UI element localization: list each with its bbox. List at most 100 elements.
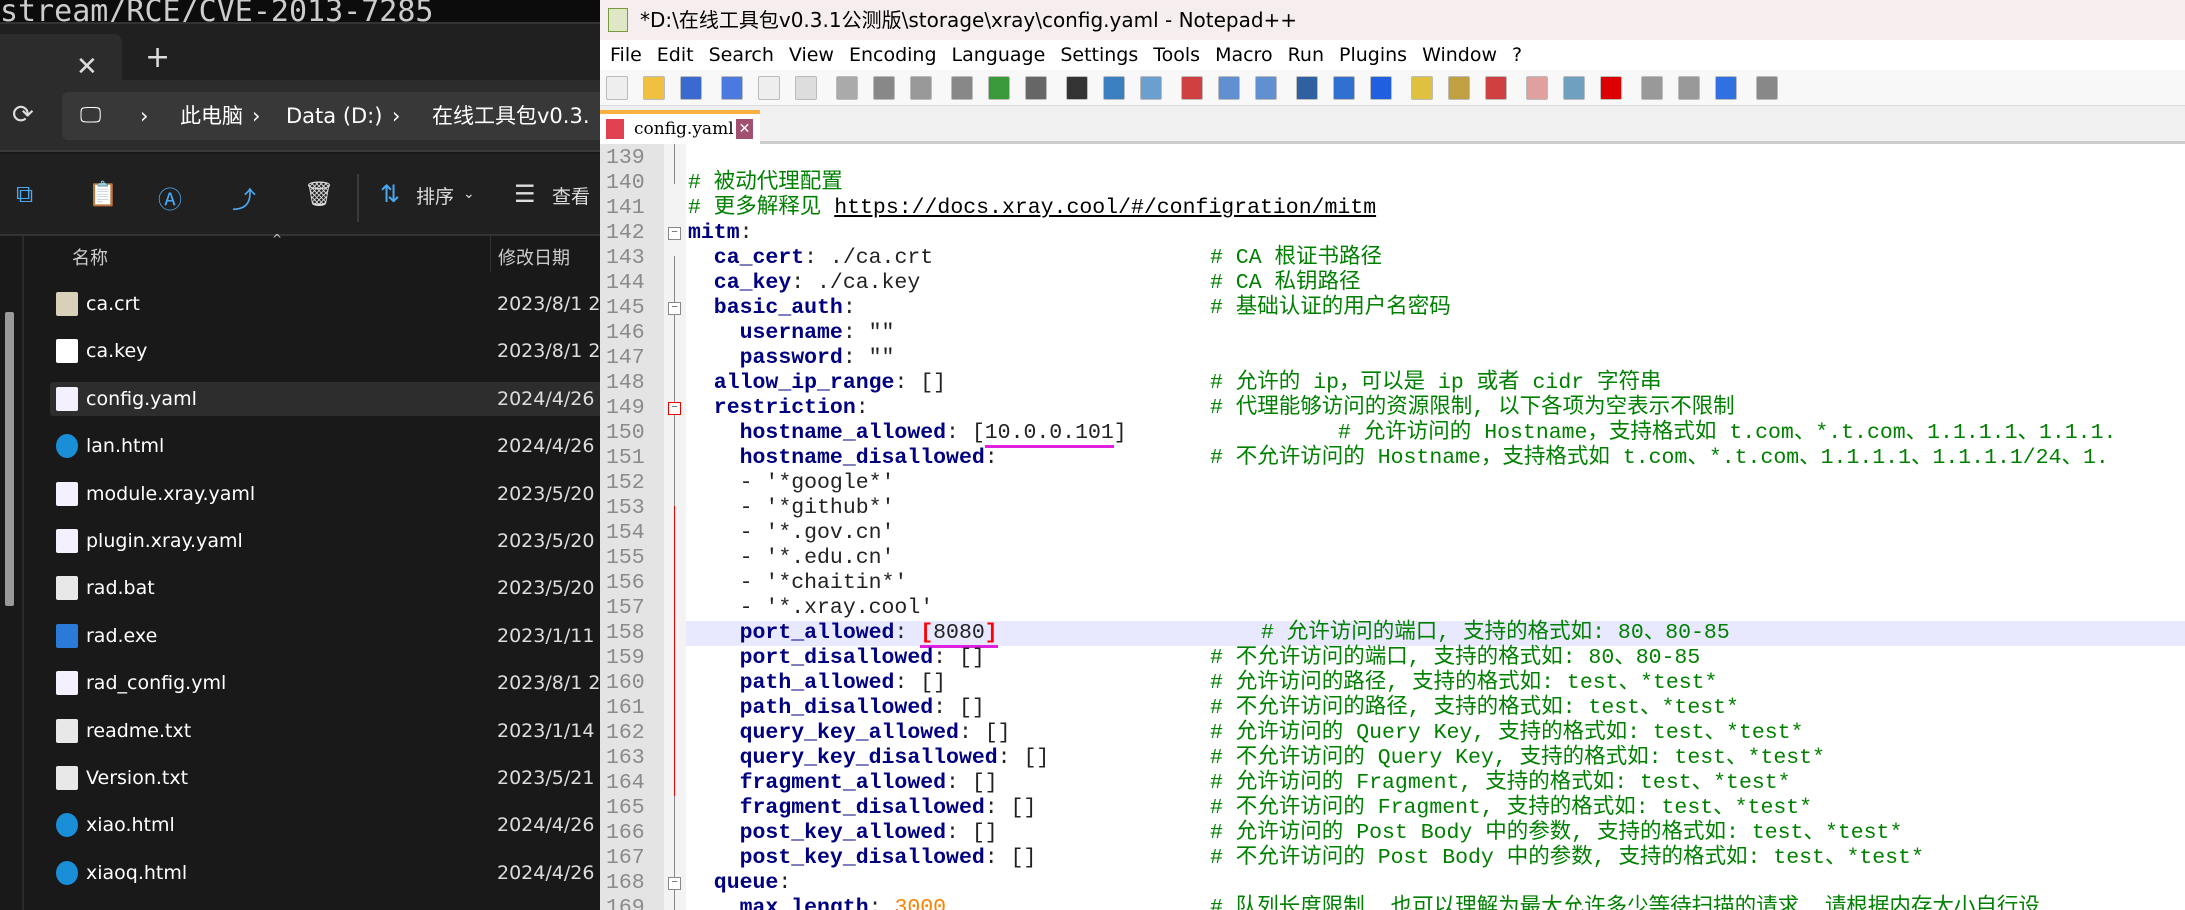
menu-item[interactable]: View [789, 44, 834, 66]
share-icon[interactable]: ⤴ [232, 180, 256, 215]
doc-map-icon[interactable] [1448, 76, 1470, 100]
docs-link[interactable]: https://docs.xray.cool/#/configration/mi… [834, 196, 1376, 220]
file-row[interactable]: config.yaml 2024/4/26 [50, 381, 600, 416]
file-name: module.xray.yaml [86, 482, 256, 505]
close-tab-icon[interactable]: ✕ [76, 52, 98, 82]
open-icon[interactable] [643, 76, 665, 100]
fold-toggle-icon[interactable]: − [668, 877, 681, 890]
cut-icon[interactable] [873, 76, 895, 100]
zoom-in-icon[interactable] [1140, 76, 1162, 100]
file-row[interactable]: plugin.xray.yaml 2023/5/20 [50, 524, 600, 558]
sort-icon[interactable]: ⇅ [380, 180, 400, 208]
column-date[interactable]: 修改日期 [498, 244, 570, 270]
fold-toggle-icon[interactable]: − [668, 227, 681, 240]
fold-toggle-icon[interactable]: − [668, 402, 681, 415]
file-row[interactable]: lan.html 2024/4/26 [50, 429, 600, 463]
file-row[interactable]: xiao.html 2024/4/26 [50, 808, 600, 842]
close-all-icon[interactable] [795, 76, 817, 100]
file-name: xiao.html [86, 814, 175, 837]
breadcrumb-item[interactable]: 此电脑 [180, 92, 243, 140]
file-row[interactable]: module.xray.yaml 2023/5/20 [50, 477, 600, 511]
menu-item[interactable]: Language [952, 44, 1046, 66]
menu-item[interactable]: Plugins [1339, 44, 1407, 66]
yaml-value: : [984, 446, 998, 470]
file-row[interactable]: ca.crt 2023/8/1 2 [50, 287, 600, 321]
line-number: 152 [606, 471, 645, 495]
menu-item[interactable]: Tools [1153, 44, 1200, 66]
explorer-tab[interactable]: ✕ [0, 34, 122, 82]
file-row[interactable]: readme.txt 2023/1/14 [50, 714, 600, 748]
file-name: ca.key [86, 340, 148, 363]
undo-icon[interactable] [988, 76, 1010, 100]
rename-icon[interactable]: Ⓐ [158, 180, 182, 215]
line-number: 157 [606, 596, 645, 620]
menu-item[interactable]: Settings [1060, 44, 1138, 66]
menu-item[interactable]: File [610, 44, 642, 66]
breadcrumb[interactable]: 🖵 › 此电脑 › Data (D:) › 在线工具包v0.3. [62, 92, 600, 140]
close-icon[interactable] [758, 76, 780, 100]
file-row[interactable]: rad.exe 2023/1/11 [50, 619, 600, 653]
udl-icon[interactable] [1411, 76, 1433, 100]
stop-icon[interactable] [1641, 76, 1663, 100]
record-icon[interactable] [1600, 76, 1622, 100]
menu-item[interactable]: Macro [1215, 44, 1273, 66]
new-tab-button[interactable]: + [145, 40, 170, 75]
wrap-icon[interactable] [1296, 76, 1318, 100]
file-row[interactable]: Version.txt 2023/5/21 [50, 761, 600, 795]
func-list-icon[interactable] [1485, 76, 1507, 100]
comment: # 不允许访问的 Fragment, 支持的格式如: test、*test* [1210, 796, 1813, 820]
menu-item[interactable]: Run [1288, 44, 1324, 66]
breadcrumb-item[interactable]: Data (D:) [286, 92, 382, 140]
column-name[interactable]: 名称 [72, 244, 108, 270]
redo-icon[interactable] [1025, 76, 1047, 100]
play-multiple-icon[interactable] [1715, 76, 1737, 100]
file-row[interactable]: rad_config.yml 2023/8/1 2 [50, 666, 600, 700]
paste-icon[interactable]: 📋 [88, 180, 118, 208]
replace-icon[interactable] [1103, 76, 1125, 100]
sort-button[interactable]: 排序 [416, 182, 454, 209]
folder-workspace-icon[interactable] [1526, 76, 1548, 100]
menu-item[interactable]: Window [1422, 44, 1497, 66]
delete-icon[interactable]: 🗑 [304, 180, 334, 208]
save-all-icon[interactable] [721, 76, 743, 100]
code-editor[interactable]: 139 140 # 被动代理配置 141 # 更多解释见 https://docs.xr… [600, 144, 2185, 910]
refresh-icon[interactable]: ⟳ [12, 100, 34, 130]
monitor-icon[interactable] [1563, 76, 1585, 100]
file-row[interactable]: rad.bat 2023/5/20 [50, 571, 600, 605]
menu-item[interactable]: Search [709, 44, 774, 66]
show-all-icon[interactable] [1333, 76, 1355, 100]
play-icon[interactable] [1678, 76, 1700, 100]
save-macro-icon[interactable] [1756, 76, 1778, 100]
yaml-value: - '*.gov.cn' [688, 521, 895, 545]
zoom-out-icon[interactable] [1181, 76, 1203, 100]
comment: # CA 私钥路径 [1210, 271, 1361, 295]
tab-config-yaml[interactable]: config.yaml ✕ [600, 110, 760, 144]
copy-icon[interactable]: ⧉ [16, 180, 33, 208]
fold-toggle-icon[interactable]: − [668, 302, 681, 315]
line-number: 163 [606, 746, 645, 770]
copy-icon[interactable] [910, 76, 932, 100]
breadcrumb-item[interactable]: 在线工具包v0.3. [432, 92, 590, 140]
notepad-app-icon [608, 8, 628, 32]
column-divider[interactable] [490, 236, 491, 272]
view-button[interactable]: 查看 [552, 182, 590, 209]
line-number: 150 [606, 421, 645, 445]
indent-guide-icon[interactable] [1370, 76, 1392, 100]
scrollbar[interactable] [5, 312, 14, 606]
save-icon[interactable] [680, 76, 702, 100]
menu-item[interactable]: Encoding [849, 44, 937, 66]
menu-item[interactable]: ? [1512, 44, 1522, 66]
print-icon[interactable] [836, 76, 858, 100]
new-icon[interactable] [606, 76, 628, 100]
find-icon[interactable] [1066, 76, 1088, 100]
file-row[interactable]: xiaoq.html 2024/4/26 [50, 856, 600, 890]
menu-item[interactable]: Edit [657, 44, 694, 66]
view-icon[interactable]: ☰ [514, 180, 536, 208]
sync-v-icon[interactable] [1218, 76, 1240, 100]
sync-h-icon[interactable] [1255, 76, 1277, 100]
close-tab-icon[interactable]: ✕ [736, 119, 753, 139]
file-row[interactable]: ca.key 2023/8/1 2 [50, 334, 600, 368]
yaml-file-icon [56, 529, 78, 553]
paste-icon[interactable] [951, 76, 973, 100]
chevron-down-icon[interactable]: ⌄ [463, 186, 475, 202]
